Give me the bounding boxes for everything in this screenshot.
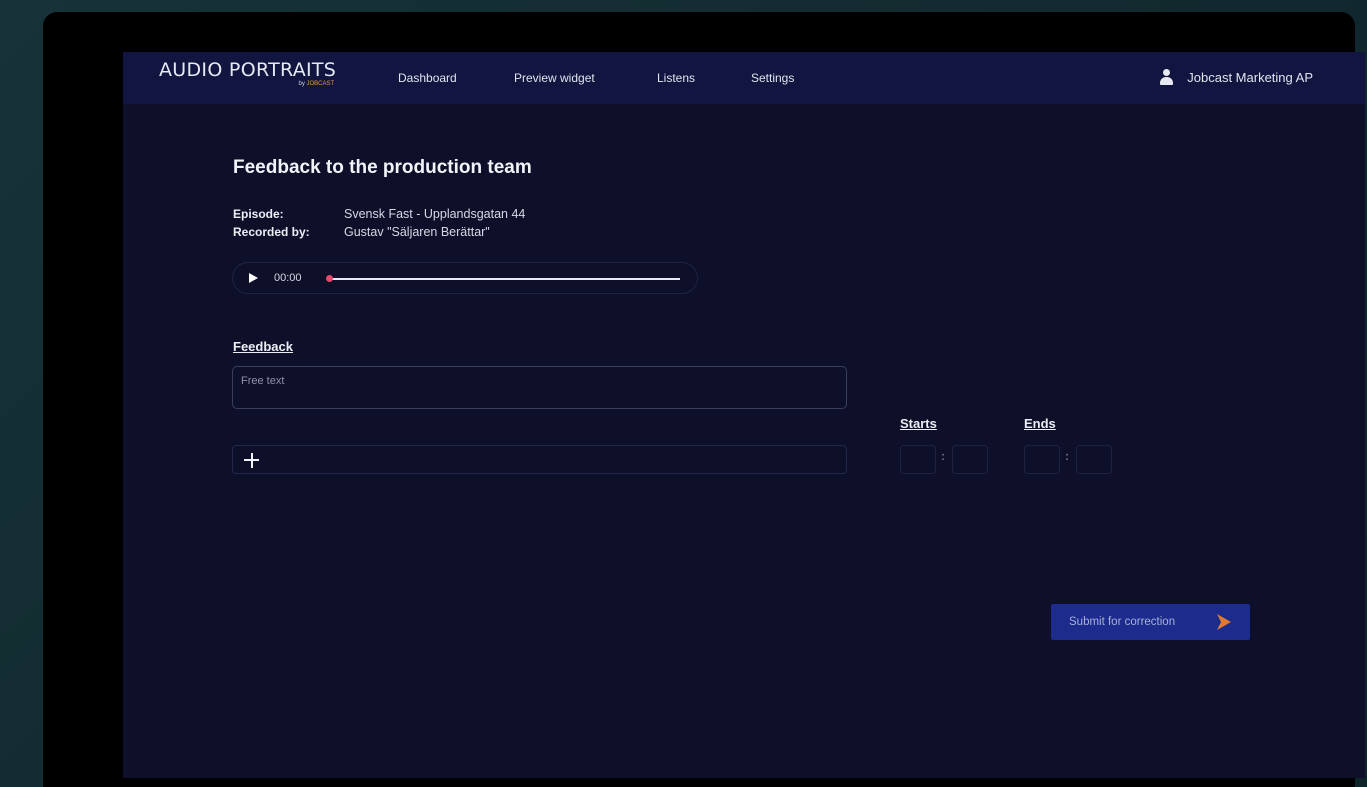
starts-label: Starts <box>900 416 937 431</box>
app-screen: AUDIO PORTRAITS by JOBCAST Dashboard Pre… <box>123 52 1365 778</box>
logo-by: by <box>298 81 305 87</box>
feedback-label: Feedback <box>233 339 293 354</box>
episode-label: Episode: <box>233 207 284 221</box>
logo-brand: JOBCAST <box>306 81 335 87</box>
progress-thumb[interactable] <box>326 275 333 282</box>
submit-label: Submit for correction <box>1069 616 1176 628</box>
logo-text: AUDIO PORTRAITS <box>159 59 337 81</box>
recorded-by-label: Recorded by: <box>233 225 310 239</box>
app-logo[interactable]: AUDIO PORTRAITS by JOBCAST <box>159 59 337 87</box>
logo-subtitle: by JOBCAST <box>298 81 334 87</box>
ends-minutes-input[interactable] <box>1024 445 1060 474</box>
user-icon <box>1159 69 1174 85</box>
user-name: Jobcast Marketing AP <box>1187 69 1313 85</box>
ends-seconds-input[interactable] <box>1076 445 1112 474</box>
play-icon[interactable] <box>249 273 258 283</box>
add-feedback-row-button[interactable] <box>232 445 847 474</box>
audio-player: 00:00 <box>232 262 698 294</box>
send-arrow-icon <box>1217 614 1231 630</box>
nav-dashboard[interactable]: Dashboard <box>398 71 457 85</box>
starts-minutes-input[interactable] <box>900 445 936 474</box>
playback-time: 00:00 <box>274 272 302 284</box>
ends-separator: : <box>1065 449 1069 463</box>
starts-separator: : <box>941 449 945 463</box>
page-title: Feedback to the production team <box>233 157 532 178</box>
feedback-textarea[interactable] <box>232 366 847 409</box>
top-navigation-bar: AUDIO PORTRAITS by JOBCAST Dashboard Pre… <box>123 52 1365 104</box>
user-menu[interactable]: Jobcast Marketing AP <box>1159 69 1313 85</box>
nav-listens[interactable]: Listens <box>657 71 695 85</box>
ends-label: Ends <box>1024 416 1056 431</box>
nav-preview-widget[interactable]: Preview widget <box>514 71 595 85</box>
device-frame: AUDIO PORTRAITS by JOBCAST Dashboard Pre… <box>43 12 1365 787</box>
progress-track[interactable] <box>330 278 680 280</box>
recorded-by-value: Gustav "Säljaren Berättar" <box>344 225 490 239</box>
episode-value: Svensk Fast - Upplandsgatan 44 <box>344 207 526 221</box>
starts-seconds-input[interactable] <box>952 445 988 474</box>
plus-icon <box>244 453 259 468</box>
nav-settings[interactable]: Settings <box>751 71 794 85</box>
submit-for-correction-button[interactable]: Submit for correction <box>1051 604 1250 640</box>
